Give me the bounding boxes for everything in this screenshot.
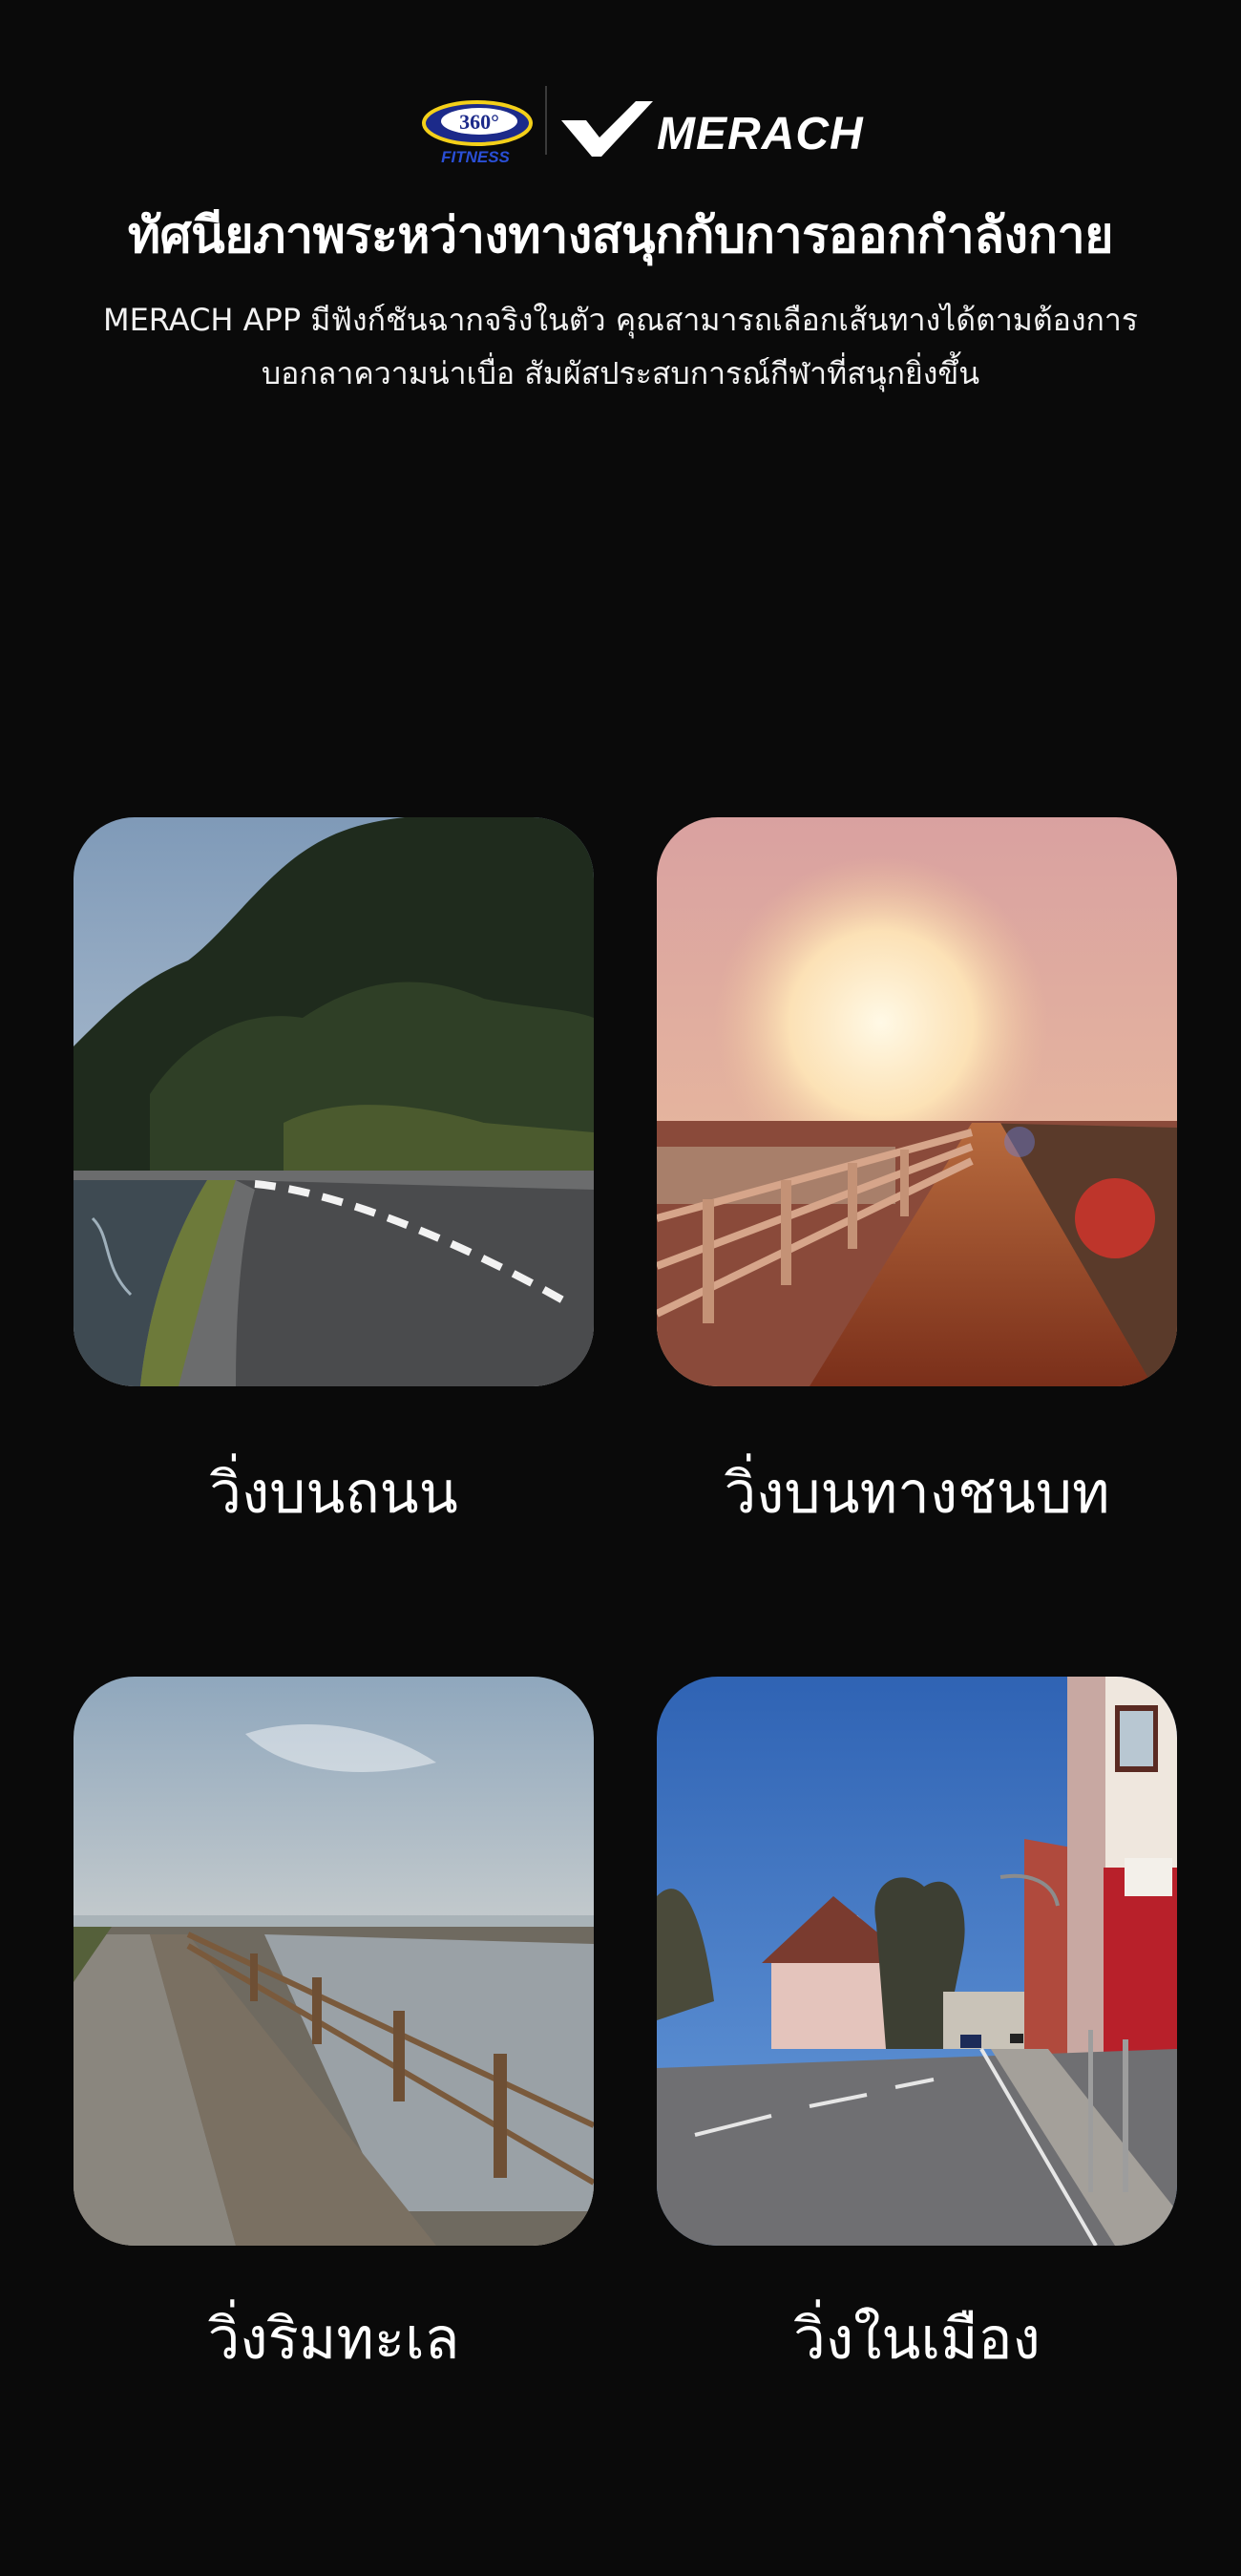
description-line-1: MERACH APP มีฟังก์ชันฉากจริงในตัว คุณสาม… — [102, 302, 1139, 338]
merach-wordmark: MERACH — [657, 109, 864, 158]
logo-row: 360° FITNESS MERACH — [0, 84, 1241, 170]
road-scene-image — [74, 817, 594, 1386]
countryside-scene-image — [657, 817, 1177, 1386]
page: 360° FITNESS MERACH ทัศนียภาพระหว่างทางส… — [0, 0, 1241, 2576]
route-card-road-image[interactable] — [74, 817, 594, 1386]
city-scene-image — [657, 1677, 1177, 2246]
route-card-city-image[interactable] — [657, 1677, 1177, 2246]
page-title: ทัศนียภาพระหว่างทางสนุกกับการออกกำลังกาย — [127, 207, 1114, 264]
route-card-seaside-image[interactable] — [74, 1677, 594, 2246]
logo-360-text: 360° — [459, 110, 499, 134]
seaside-scene-image — [74, 1677, 594, 2246]
route-label-countryside: วิ่งบนทางชนบท — [724, 1460, 1110, 1527]
fitness-360-logo: 360° FITNESS — [422, 100, 533, 166]
merach-checkmark-icon — [561, 101, 653, 157]
route-label-road: วิ่งบนถนน — [209, 1460, 458, 1527]
description-line-2: บอกลาความน่าเบื่อ สัมผัสประสบการณ์กีฬาที… — [261, 355, 980, 391]
route-label-seaside: วิ่งริมทะเล — [207, 2306, 460, 2373]
logo-fitness-text: FITNESS — [441, 148, 510, 166]
merach-logo: MERACH — [561, 101, 864, 158]
logo-divider — [545, 86, 547, 155]
route-card-countryside-image[interactable] — [657, 817, 1177, 1386]
route-label-city: วิ่งในเมือง — [793, 2306, 1041, 2373]
